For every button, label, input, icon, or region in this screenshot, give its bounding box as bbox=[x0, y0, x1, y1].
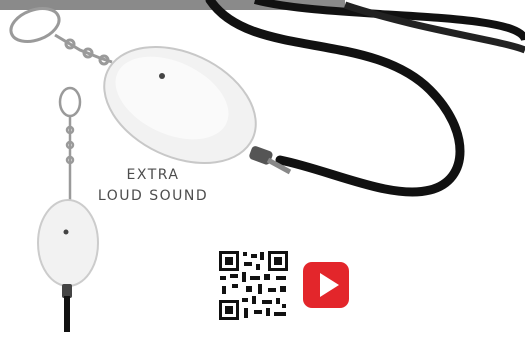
product-image: EXTRA LOUD SOUND bbox=[0, 0, 525, 332]
youtube-play-icon bbox=[303, 262, 349, 308]
alarm-device-large bbox=[103, 45, 292, 175]
feature-label-line2: LOUD SOUND bbox=[97, 188, 209, 204]
keyring-large bbox=[9, 7, 113, 66]
feature-label-line1: EXTRA bbox=[126, 167, 180, 183]
led-indicator bbox=[159, 73, 165, 79]
feature-label: EXTRA LOUD SOUND bbox=[78, 165, 228, 207]
lanyard bbox=[205, 0, 525, 197]
alarm-device-small bbox=[37, 199, 99, 332]
youtube-play-button[interactable] bbox=[303, 262, 349, 308]
qr-code-icon[interactable] bbox=[218, 250, 289, 321]
keyring-small bbox=[58, 86, 82, 200]
